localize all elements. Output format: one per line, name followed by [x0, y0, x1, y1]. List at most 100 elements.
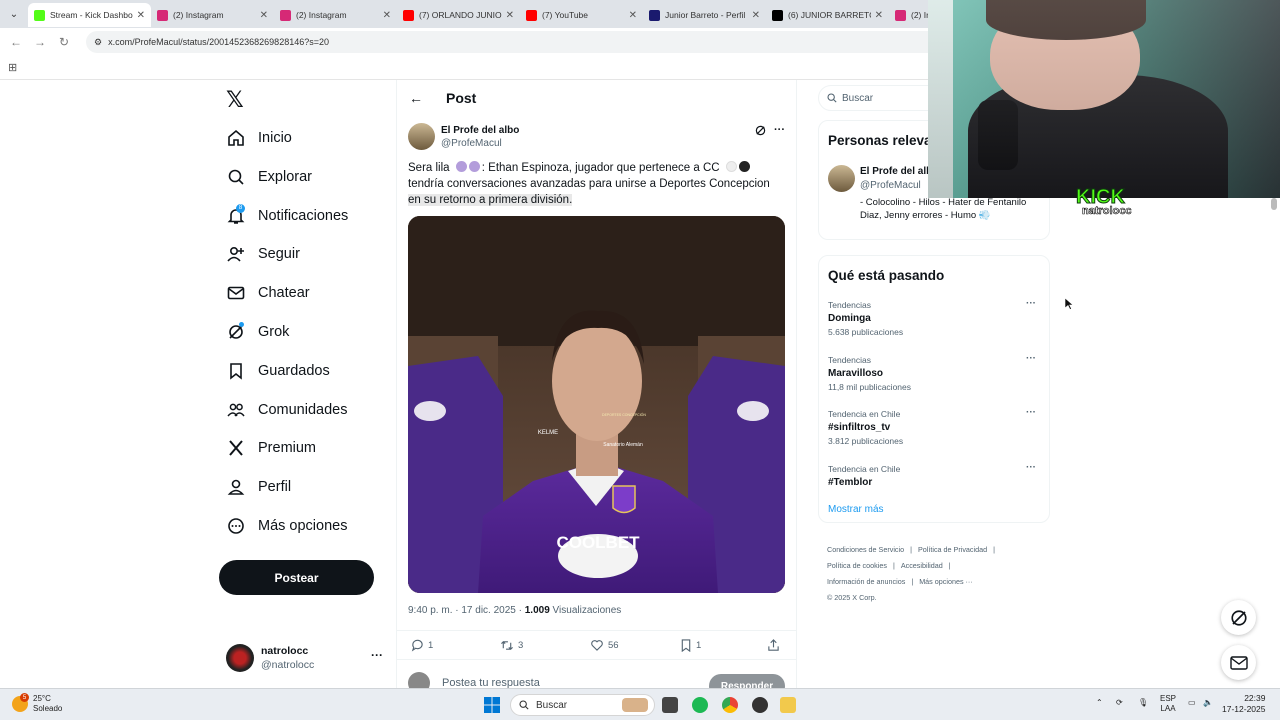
copyright: © 2025 X Corp.: [827, 593, 877, 602]
nav-item-seguir[interactable]: Seguir: [226, 239, 300, 269]
cam-shade: [928, 0, 1280, 198]
nav-item-comunidades[interactable]: Comunidades: [226, 395, 347, 425]
person-name[interactable]: El Profe del albo: [860, 166, 938, 177]
close-icon[interactable]: ✕: [383, 10, 391, 21]
nav-item-guardados[interactable]: Guardados: [226, 356, 330, 386]
nav-item-explorar[interactable]: Explorar: [226, 162, 312, 192]
page-scrollbar[interactable]: [1271, 198, 1277, 210]
nav-item-perfil[interactable]: Perfil: [226, 472, 291, 502]
mail-icon: [1229, 655, 1248, 670]
grok-icon[interactable]: [755, 125, 766, 139]
nav-item-grok[interactable]: Grok: [226, 317, 289, 347]
monitor-icon[interactable]: ▭: [1188, 698, 1196, 707]
nav-item-más-opciones[interactable]: Más opciones: [226, 511, 347, 541]
kick-username: natrolocc: [1082, 205, 1132, 218]
post-text-middle: : Ethan Espinoza, jugador que pertenece …: [481, 162, 720, 174]
tab-search-button[interactable]: ⌄: [0, 0, 28, 28]
reply-submit-button[interactable]: Responder: [709, 674, 785, 688]
bookmark-button[interactable]: 1: [680, 639, 701, 652]
account-switcher[interactable]: natrolocc @natrolocc ···: [226, 642, 386, 672]
author-name[interactable]: El Profe del albo: [441, 125, 519, 136]
tab-title: (2) Instagram: [173, 10, 224, 20]
footer-link[interactable]: Política de cookies: [827, 561, 887, 570]
footer-separator: |: [910, 545, 912, 554]
footer-link[interactable]: Accesibilidad: [901, 561, 943, 570]
task-view-icon[interactable]: [662, 697, 678, 713]
nav-item-chatear[interactable]: Chatear: [226, 278, 310, 308]
tab-favicon-icon: [649, 9, 660, 21]
browser-tab[interactable]: Stream - Kick Dashboard ✕: [28, 3, 151, 27]
taskbar-search[interactable]: Buscar: [510, 694, 655, 716]
author-handle[interactable]: @ProfeMacul: [441, 138, 502, 149]
file-explorer-icon[interactable]: [780, 697, 796, 713]
system-clock[interactable]: 22:39 17-12-2025: [1222, 693, 1265, 715]
trend-item[interactable]: Tendencias Maravilloso 11,8 mil publicacio…: [828, 353, 1038, 392]
post-image[interactable]: COOLBET KELME Sanatorio Alemán DEPORTES …: [408, 216, 785, 593]
footer-link[interactable]: Política de Privacidad: [918, 545, 987, 554]
browser-tab[interactable]: (6) JUNIOR BARRETO ✕: [766, 3, 889, 27]
spotify-icon[interactable]: [692, 697, 708, 713]
apps-grid-icon[interactable]: ⊞: [8, 61, 17, 74]
trends-title: Qué está pasando: [828, 268, 945, 283]
more-dots-icon[interactable]: ···: [371, 648, 383, 662]
x-logo-icon[interactable]: 𝕏: [226, 88, 244, 113]
more-icon: [226, 516, 246, 536]
person-handle[interactable]: @ProfeMacul: [860, 180, 921, 191]
footer-link[interactable]: Información de anuncios: [827, 577, 905, 586]
reply-button[interactable]: 1: [411, 639, 433, 652]
reply-input[interactable]: Postea tu respuesta: [442, 677, 540, 688]
author-avatar[interactable]: [408, 123, 435, 150]
close-icon[interactable]: ✕: [875, 10, 883, 21]
tray-app-icon[interactable]: ⟳: [1116, 698, 1123, 707]
messages-fab[interactable]: [1221, 645, 1256, 680]
forward-arrow-icon[interactable]: →: [28, 35, 52, 49]
trend-item[interactable]: Tendencia en Chile #sinfiltros_tv 3.812 pu…: [828, 407, 1038, 446]
close-icon[interactable]: ✕: [752, 10, 760, 21]
trend-context: Tendencias: [828, 300, 872, 310]
back-arrow-icon[interactable]: ←: [409, 90, 423, 106]
back-arrow-icon[interactable]: ←: [4, 35, 28, 49]
site-info-icon[interactable]: ⚙: [94, 37, 102, 48]
obs-icon[interactable]: [752, 697, 768, 713]
footer-link[interactable]: Condiciones de Servicio: [827, 545, 904, 554]
windows-start-icon[interactable]: [484, 697, 500, 713]
nav-item-inicio[interactable]: Inicio: [226, 123, 292, 153]
close-icon[interactable]: ✕: [137, 10, 145, 21]
more-dots-icon[interactable]: ···: [1026, 407, 1036, 418]
close-icon[interactable]: ✕: [506, 10, 514, 21]
trend-item[interactable]: Tendencia en Chile #Temblor ···: [828, 462, 1038, 488]
more-dots-icon[interactable]: ···: [774, 124, 785, 136]
weather-widget[interactable]: 5 25°C Soleado: [12, 693, 62, 714]
post-timestamp[interactable]: 9:40 p. m. · 17 dic. 2025 ·: [408, 605, 522, 616]
repost-button[interactable]: 3: [500, 639, 523, 652]
browser-tab[interactable]: (7) YouTube ✕: [520, 3, 643, 27]
close-icon[interactable]: ✕: [629, 10, 637, 21]
grok-fab[interactable]: [1221, 600, 1256, 635]
browser-tab[interactable]: Junior Barreto - Perfil ✕: [643, 3, 766, 27]
tray-chevron-icon[interactable]: ⌃: [1096, 698, 1103, 707]
more-dots-icon[interactable]: ···: [1026, 353, 1036, 364]
footer-link[interactable]: Más opciones ···: [919, 577, 973, 586]
trend-item[interactable]: Tendencias Dominga 5.638 publicaciones ···: [828, 298, 1038, 337]
browser-tab[interactable]: (2) Instagram ✕: [151, 3, 274, 27]
like-button[interactable]: 56: [590, 639, 619, 652]
show-more-link[interactable]: Mostrar más: [828, 504, 884, 515]
reload-icon[interactable]: ↻: [52, 35, 76, 49]
post-button[interactable]: Postear: [219, 560, 374, 595]
chrome-icon[interactable]: [722, 697, 738, 713]
url-field[interactable]: ⚙ x.com/ProfeMacul/status/20014523682698…: [86, 31, 946, 53]
nav-item-premium[interactable]: Premium: [226, 433, 316, 463]
more-dots-icon[interactable]: ···: [1026, 298, 1036, 309]
views-label: Visualizaciones: [552, 605, 622, 616]
close-icon[interactable]: ✕: [260, 10, 268, 21]
more-dots-icon[interactable]: ···: [1026, 462, 1036, 473]
share-button[interactable]: [767, 639, 784, 652]
person-avatar[interactable]: [828, 165, 855, 192]
tab-favicon-icon: [895, 9, 906, 21]
nav-item-notificaciones[interactable]: 8 Notificaciones: [226, 201, 348, 231]
volume-icon[interactable]: 🔈: [1203, 698, 1213, 707]
microphone-icon[interactable]: 🎙: [1138, 698, 1148, 707]
language-indicator[interactable]: ESP LAA: [1160, 694, 1176, 714]
browser-tab[interactable]: (7) ORLANDO JUNIOR ✕: [397, 3, 520, 27]
browser-tab[interactable]: (2) Instagram ✕: [274, 3, 397, 27]
